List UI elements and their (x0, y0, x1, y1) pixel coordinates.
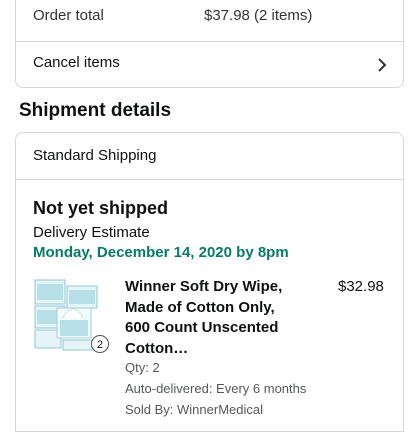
order-total-value: $37.98 (2 items) (204, 7, 313, 24)
auto-delivery-frequency: Auto-delivered: Every 6 months (125, 381, 307, 396)
delivery-estimate-date: Monday, December 14, 2020 by 8pm (33, 244, 289, 261)
order-summary-card: Order total $37.98 (2 items) Cancel item… (15, 0, 404, 88)
shipment-details-heading: Shipment details (19, 100, 172, 121)
quantity-badge: 2 (91, 335, 109, 353)
order-total-label: Order total (33, 7, 104, 24)
shipment-card: Standard Shipping Not yet shipped Delive… (15, 132, 404, 432)
product-price: $32.98 (338, 278, 384, 295)
cancel-items-button[interactable]: Cancel items (16, 41, 403, 88)
divider (16, 179, 403, 180)
sold-by: Sold By: WinnerMedical (125, 402, 263, 417)
product-title-link[interactable]: Winner Soft Dry Wipe, Made of Cotton Onl… (125, 277, 300, 359)
product-quantity: Qty: 2 (125, 360, 160, 375)
delivery-estimate-label: Delivery Estimate (33, 224, 150, 241)
shipping-method: Standard Shipping (33, 147, 157, 164)
shipment-status: Not yet shipped (33, 198, 169, 218)
cancel-items-label: Cancel items (33, 54, 120, 71)
chevron-right-icon (377, 57, 387, 78)
